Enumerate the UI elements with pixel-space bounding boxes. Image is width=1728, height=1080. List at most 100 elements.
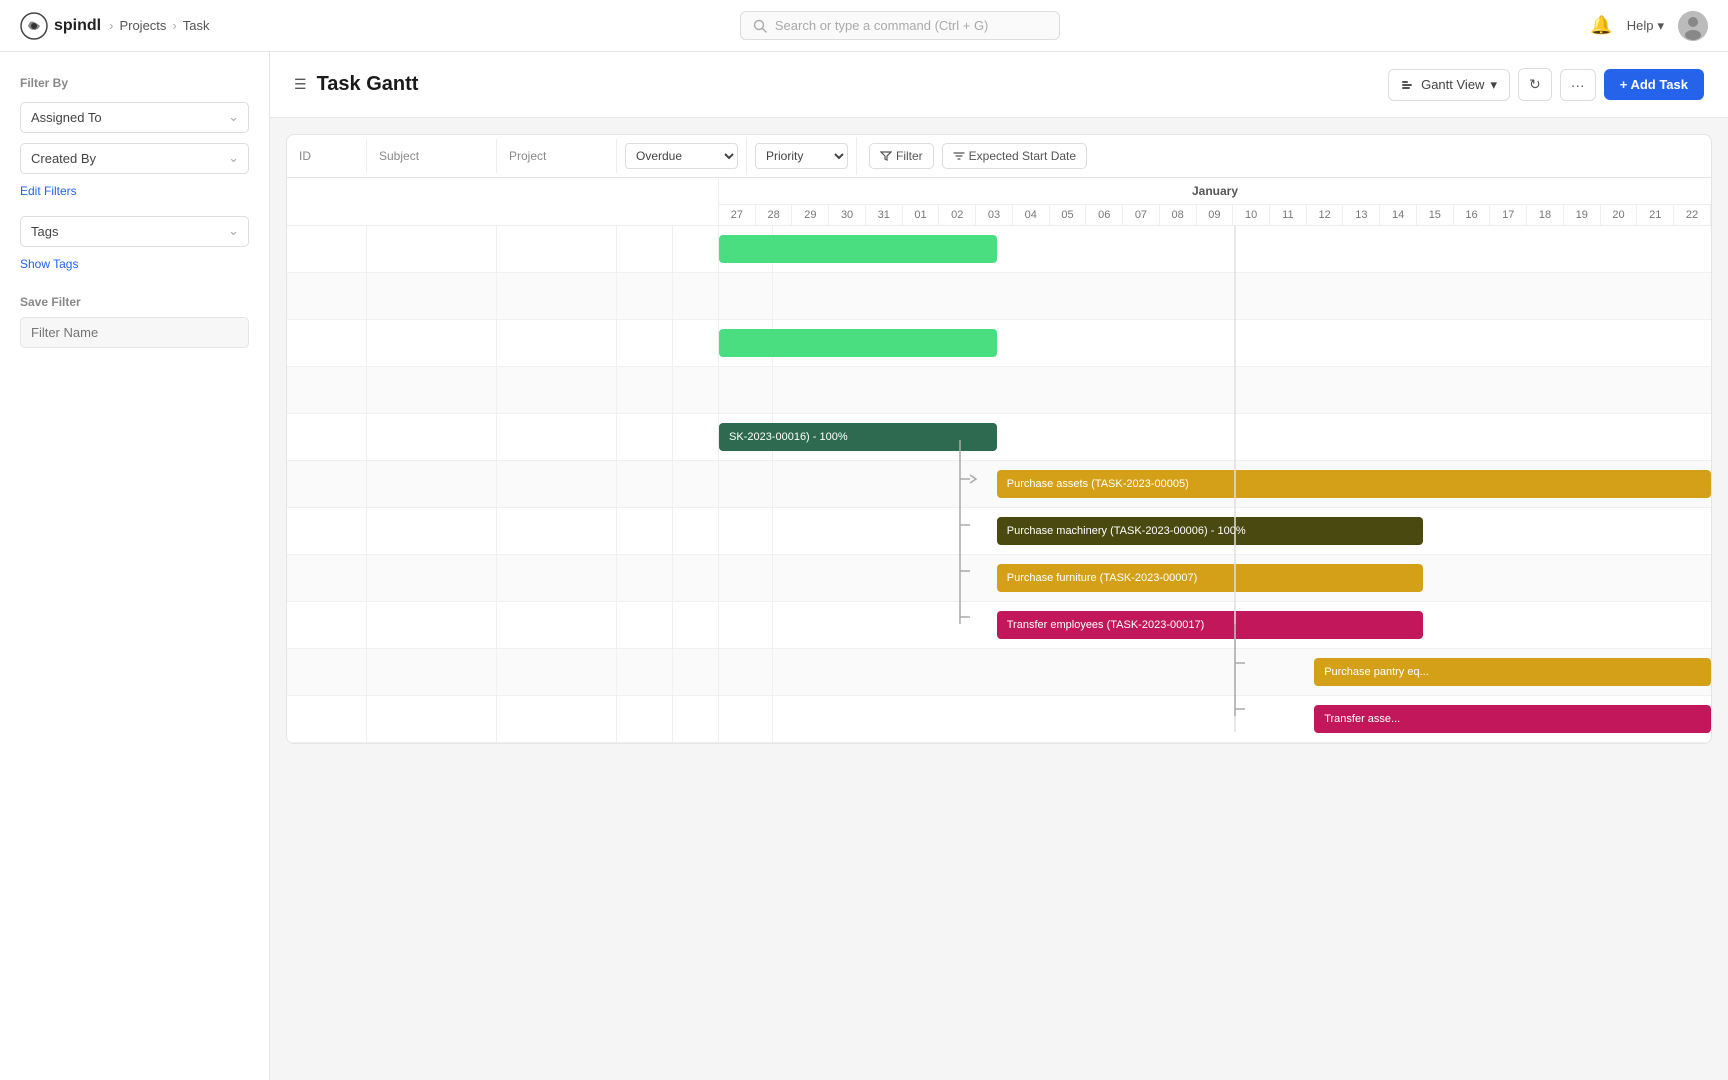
project-cell xyxy=(497,414,617,460)
refresh-icon: ↻ xyxy=(1529,76,1541,92)
gantt-bar[interactable]: SK-2023-00016) - 100% xyxy=(719,423,997,451)
gantt-row xyxy=(287,226,1711,273)
nav-right: 🔔 Help ▾ xyxy=(1590,11,1708,41)
assigned-to-select[interactable]: Assigned To xyxy=(20,102,249,133)
edit-filters-link[interactable]: Edit Filters xyxy=(20,184,249,198)
subject-cell xyxy=(367,320,497,366)
show-tags-link[interactable]: Show Tags xyxy=(20,257,249,271)
col-id: ID xyxy=(287,139,367,173)
gantt-rows-area: SK-2023-00016) - 100%Purchase assets (TA… xyxy=(287,226,1711,743)
gantt-bar[interactable] xyxy=(719,235,997,263)
subject-cell xyxy=(367,461,497,507)
search-icon xyxy=(753,19,767,33)
help-button[interactable]: Help ▾ xyxy=(1627,18,1664,34)
day-cell: 22 xyxy=(1674,205,1711,225)
day-cell: 03 xyxy=(976,205,1013,225)
avatar-image xyxy=(1678,11,1708,41)
subject-cell xyxy=(367,696,497,742)
tags-select[interactable]: Tags xyxy=(20,216,249,247)
expected-date-label: Expected Start Date xyxy=(969,149,1076,163)
project-cell xyxy=(497,367,617,413)
gantt-bar[interactable]: Transfer asse... xyxy=(1314,705,1711,733)
gantt-bar[interactable]: Purchase pantry eq... xyxy=(1314,658,1711,686)
breadcrumb-projects[interactable]: Projects xyxy=(119,18,166,33)
main-layout: Filter By Assigned To Created By Edit Fi… xyxy=(0,52,1728,1080)
breadcrumb-task[interactable]: Task xyxy=(183,18,210,33)
tags-section: Tags Show Tags xyxy=(20,216,249,271)
created-by-select[interactable]: Created By xyxy=(20,143,249,174)
top-navigation: spindl › Projects › Task Search or type … xyxy=(0,0,1728,52)
day-cell: 05 xyxy=(1050,205,1087,225)
overdue-select[interactable]: Overdue xyxy=(625,143,738,169)
gantt-toolbar: ID Subject Project Overdue Priority xyxy=(287,135,1711,178)
gantt-bar[interactable]: Purchase assets (TASK-2023-00005) xyxy=(997,470,1711,498)
sort-icon xyxy=(953,150,965,162)
overdue-cell xyxy=(617,414,673,460)
id-cell xyxy=(287,226,367,272)
day-cell: 21 xyxy=(1637,205,1674,225)
page-actions: Gantt View ▾ ↻ ··· + Add Task xyxy=(1388,68,1704,101)
gantt-row: SK-2023-00016) - 100% xyxy=(287,414,1711,461)
add-task-button[interactable]: + Add Task xyxy=(1604,69,1704,100)
filter-button[interactable]: Filter xyxy=(869,143,934,169)
gantt-panel: ID Subject Project Overdue Priority xyxy=(286,134,1712,744)
day-cell: 27 xyxy=(719,205,756,225)
project-cell xyxy=(497,226,617,272)
id-cell xyxy=(287,696,367,742)
project-cell xyxy=(497,320,617,366)
subject-cell xyxy=(367,367,497,413)
search-bar[interactable]: Search or type a command (Ctrl + G) xyxy=(740,11,1060,40)
overdue-cell xyxy=(617,508,673,554)
filter-name-input[interactable] xyxy=(20,317,249,348)
gantt-view-button[interactable]: Gantt View ▾ xyxy=(1388,69,1510,101)
notification-bell-button[interactable]: 🔔 xyxy=(1590,15,1612,36)
user-avatar[interactable] xyxy=(1678,11,1708,41)
day-cell: 15 xyxy=(1417,205,1454,225)
gantt-row xyxy=(287,367,1711,414)
filter-area: Filter Expected Start Date xyxy=(857,135,1711,177)
project-cell xyxy=(497,555,617,601)
filter-btn-label: Filter xyxy=(896,149,923,163)
gantt-bar[interactable]: Purchase furniture (TASK-2023-00007) xyxy=(997,564,1424,592)
priority-col-header: Priority xyxy=(747,137,857,175)
month-label: January xyxy=(719,178,1711,205)
overdue-cell xyxy=(617,461,673,507)
gantt-bar[interactable]: Purchase machinery (TASK-2023-00006) - 1… xyxy=(997,517,1424,545)
day-cell: 20 xyxy=(1601,205,1638,225)
day-cell: 16 xyxy=(1454,205,1491,225)
overdue-cell xyxy=(617,696,673,742)
month-label-row: January xyxy=(287,178,1711,205)
id-cell xyxy=(287,414,367,460)
gantt-row xyxy=(287,320,1711,367)
gantt-bar[interactable] xyxy=(719,329,997,357)
days-cells-container: 2728293031010203040506070809101112131415… xyxy=(719,205,1711,225)
breadcrumb-sep-1: › xyxy=(109,18,113,33)
day-cell: 13 xyxy=(1343,205,1380,225)
project-cell xyxy=(497,273,617,319)
subject-cell xyxy=(367,226,497,272)
overdue-cell xyxy=(617,320,673,366)
search-placeholder: Search or type a command (Ctrl + G) xyxy=(775,18,989,33)
save-filter-label: Save Filter xyxy=(20,295,249,309)
subject-cell xyxy=(367,649,497,695)
overdue-cell xyxy=(617,367,673,413)
id-cell xyxy=(287,320,367,366)
assigned-to-wrapper: Assigned To xyxy=(20,102,249,133)
day-cell: 12 xyxy=(1307,205,1344,225)
day-cell: 17 xyxy=(1490,205,1527,225)
add-task-label: + Add Task xyxy=(1620,77,1688,92)
priority-select[interactable]: Priority xyxy=(755,143,848,169)
expected-start-date-button[interactable]: Expected Start Date xyxy=(942,143,1087,169)
content-area: ☰ Task Gantt Gantt View ▾ ↻ ··· xyxy=(270,52,1728,1080)
day-cell: 02 xyxy=(939,205,976,225)
id-cell xyxy=(287,273,367,319)
gantt-row: Transfer asse... xyxy=(287,696,1711,743)
more-options-button[interactable]: ··· xyxy=(1560,69,1596,101)
hamburger-icon[interactable]: ☰ xyxy=(294,76,307,93)
more-icon: ··· xyxy=(1571,77,1585,93)
gantt-view-label: Gantt View xyxy=(1421,77,1484,92)
day-cell: 28 xyxy=(756,205,793,225)
refresh-button[interactable]: ↻ xyxy=(1518,68,1552,101)
day-cell: 31 xyxy=(866,205,903,225)
gantt-bar[interactable]: Transfer employees (TASK-2023-00017) xyxy=(997,611,1424,639)
